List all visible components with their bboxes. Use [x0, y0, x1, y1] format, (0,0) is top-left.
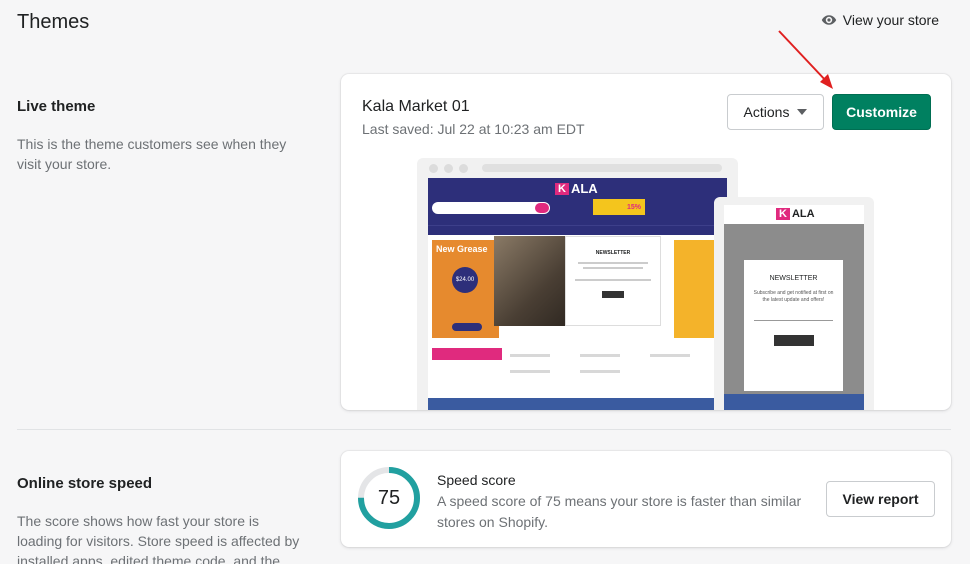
hero-price: $24.00 — [452, 267, 478, 293]
customize-button[interactable]: Customize — [832, 94, 931, 130]
special-items-bar — [432, 348, 502, 360]
mobile-newsletter-popup: NEWSLETTER Subscribe and get notified at… — [744, 260, 843, 391]
promo-badge: 15% — [593, 199, 645, 215]
store-preview-mobile: K ALA NEWSLETTER Subscribe and get notif… — [724, 205, 864, 410]
page-title: Themes — [17, 11, 90, 33]
mobile-header: K ALA — [724, 205, 864, 224]
speed-score-description: A speed score of 75 means your store is … — [437, 493, 802, 530]
section-divider — [17, 429, 951, 430]
speed-score-value: 75 — [377, 486, 401, 509]
view-report-button[interactable]: View report — [826, 481, 935, 517]
newsletter-send — [602, 291, 624, 298]
hero-title: New Grease — [436, 244, 488, 254]
mobile-preview: K ALA NEWSLETTER Subscribe and get notif… — [714, 197, 874, 410]
store-preview-desktop: K ALA 15% New Grease $24.00 NEWSLETTER — [428, 178, 727, 410]
mobile-newsletter-desc: Subscribe and get notified at first on t… — [753, 290, 834, 303]
newsletter-popup: NEWSLETTER — [565, 236, 661, 326]
mobile-newsletter-send — [773, 335, 814, 346]
browser-chrome — [417, 158, 738, 178]
hero-banner: New Grease $24.00 — [432, 240, 499, 338]
logo-mark: K — [776, 208, 790, 220]
speed-score-title: Speed score — [437, 472, 516, 488]
eye-icon — [821, 15, 836, 25]
store-logo: K ALA — [555, 181, 598, 196]
hero-photo — [494, 236, 572, 326]
logo-text: ALA — [791, 208, 815, 220]
window-dot — [459, 163, 468, 173]
desktop-preview: K ALA 15% New Grease $24.00 NEWSLETTER — [417, 158, 738, 410]
speed-description: The score shows how fast your store is l… — [17, 513, 300, 564]
speed-heading: Online store speed — [17, 475, 153, 492]
store-header: K ALA 15% — [428, 178, 727, 225]
actions-label: Actions — [743, 104, 790, 120]
speed-card: 75 Speed score A speed score of 75 means… — [341, 451, 951, 547]
logo-mark: K — [555, 182, 569, 195]
hero-button — [452, 323, 482, 331]
caret-down-icon — [797, 109, 808, 115]
mobile-newsletter-title: NEWSLETTER — [769, 275, 818, 282]
newsletter-title: NEWSLETTER — [595, 250, 631, 256]
mobile-cookie-bar — [724, 394, 864, 410]
features-row — [510, 354, 720, 394]
window-dot — [429, 163, 438, 173]
store-search — [432, 202, 550, 214]
live-theme-card: Kala Market 01 Last saved: Jul 22 at 10:… — [341, 74, 951, 410]
last-saved: Last saved: Jul 22 at 10:23 am EDT — [362, 121, 585, 137]
address-bar — [482, 164, 722, 172]
view-store-label: View your store — [842, 12, 939, 28]
store-nav — [428, 225, 727, 235]
live-theme-heading: Live theme — [17, 98, 96, 115]
actions-button[interactable]: Actions — [727, 94, 824, 130]
window-dot — [444, 163, 453, 173]
logo-text: ALA — [570, 181, 598, 196]
live-theme-description: This is the theme customers see when the… — [17, 136, 287, 172]
view-store-link[interactable]: View your store — [821, 12, 939, 28]
theme-name: Kala Market 01 — [362, 98, 470, 115]
mobile-logo: K ALA — [776, 208, 815, 220]
cookie-bar — [428, 398, 727, 410]
